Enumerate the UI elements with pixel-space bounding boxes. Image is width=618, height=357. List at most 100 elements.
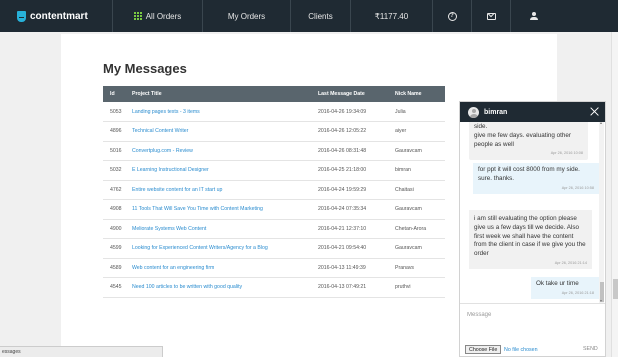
browser-status-bar: essages [0,346,163,357]
cell-last-message-date: 2016-04-24 19:59:29 [311,180,388,200]
page-title: My Messages [103,61,187,76]
chat-message-incoming: side. give me few days. evaluating other… [469,122,588,160]
nav-my-orders-label: My Orders [227,11,266,21]
close-icon[interactable] [590,107,599,116]
cell-last-message-date: 2016-04-21 09:54:40 [311,238,388,259]
page-scrollbar-thumb[interactable] [613,279,618,299]
cell-id: 4900 [103,219,125,239]
chat-message-incoming: i am still evaluating the option please … [469,210,592,270]
brand[interactable]: contentmart [0,0,112,32]
file-status-text: No file chosen [504,347,538,353]
contentmart-logo-icon [17,10,26,22]
cell-last-message-date: 2016-04-26 12:05:22 [311,121,388,142]
send-button[interactable]: SEND [583,346,598,352]
cell-last-message-date: 2016-04-26 19:34:09 [311,102,388,122]
nav-messages[interactable] [471,0,510,32]
table-row[interactable]: 5053 Landing pages texts - 3 items 2016-… [103,102,445,122]
choose-file-button[interactable]: Choose File [465,345,502,354]
cell-project-title-link[interactable]: Web content for an engineering firm [125,258,311,278]
column-header-last-message-date[interactable]: Last Message Date [311,86,388,102]
avatar-icon [468,106,479,118]
balance-amount: ₹1177.40 [374,11,409,21]
help-circle-icon: ? [447,11,457,21]
cell-nick-name: Chetan-Arora [388,219,445,239]
chat-message-time: Apr 26, 2016 10:58 [561,185,594,190]
table-row[interactable]: 4900 Meliorate Systems Web Content 2016-… [103,219,445,239]
cell-project-title-link[interactable]: E Learning Instructional Designer [125,160,311,181]
table-row[interactable]: 4896 Technical Content Writer 2016-04-26… [103,121,445,142]
cell-project-title-link[interactable]: Convertplug.com - Review [125,141,311,161]
cell-nick-name: bimran [388,160,445,181]
scroll-down-arrow-icon[interactable] [600,300,602,302]
column-header-id[interactable]: Id [103,86,125,102]
cell-nick-name: Chaitasi [388,180,445,200]
cell-nick-name: pruthvi [388,277,445,298]
nav-balance[interactable]: ₹1177.40 [350,0,432,32]
chat-message-text: for ppt it will cost 8000 from my side. … [478,166,580,182]
nav-clients[interactable]: Clients [290,0,350,32]
chat-message-text: side. give me few days. evaluating other… [474,123,571,148]
nav-help[interactable]: ? [432,0,471,32]
nav-profile[interactable] [510,0,557,32]
cell-last-message-date: 2016-04-24 07:35:34 [311,199,388,220]
cell-last-message-date: 2016-04-13 07:49:21 [311,277,388,298]
chat-message-text: Ok take ur time [536,280,579,287]
chat-message-outgoing: for ppt it will cost 8000 from my side. … [473,163,599,194]
cell-id: 5016 [103,141,125,161]
cell-id: 4589 [103,258,125,278]
nav-my-orders[interactable]: My Orders [202,0,290,32]
table-row[interactable]: 4589 Web content for an engineering firm… [103,258,445,278]
chat-window: bimran side. give me few days. evaluatin… [459,101,606,357]
cell-project-title-link[interactable]: Entire website content for an IT start u… [125,180,311,200]
chat-message-text: i am still evaluating the option please … [474,215,586,258]
table-row[interactable]: 4545 Need 100 articles to be written wit… [103,277,445,298]
table-row[interactable]: 5032 E Learning Instructional Designer 2… [103,160,445,181]
cell-id: 4545 [103,277,125,298]
cell-nick-name: Pranavs [388,258,445,278]
chat-message-time: Apr 26, 2016 21:18 [561,290,594,295]
chat-message-time: Apr 26, 2016 10:08 [550,151,583,156]
chat-contact-name: bimran [484,108,508,116]
cell-project-title-link[interactable]: 11 Tools That Will Save You Time with Co… [125,199,311,220]
chat-scrollbar[interactable] [599,122,604,303]
cell-last-message-date: 2016-04-25 21:18:00 [311,160,388,181]
cell-last-message-date: 2016-04-26 08:31:48 [311,141,388,161]
brand-name: contentmart [30,10,88,22]
messages-table: Id Project Title Last Message Date Nick … [103,86,445,298]
cell-nick-name: Gauravcam [388,141,445,161]
cell-last-message-date: 2016-04-21 12:37:10 [311,219,388,239]
chat-message-outgoing: Ok take ur time Apr 26, 2016 21:18 [531,277,599,300]
cell-id: 4896 [103,121,125,142]
cell-project-title-link[interactable]: Need 100 articles to be written with goo… [125,277,311,298]
cell-nick-name: Julia [388,102,445,122]
column-header-project-title[interactable]: Project Title [125,86,311,102]
cell-id: 5053 [103,102,125,122]
table-row[interactable]: 4762 Entire website content for an IT st… [103,180,445,200]
grid-icon [133,12,142,20]
table-row[interactable]: 4908 11 Tools That Will Save You Time wi… [103,199,445,220]
chat-messages[interactable]: side. give me few days. evaluating other… [460,122,605,303]
cell-id: 4599 [103,238,125,259]
cell-project-title-link[interactable]: Technical Content Writer [125,121,311,142]
cell-project-title-link[interactable]: Looking for Experienced Content Writers/… [125,238,311,259]
cell-nick-name: Gauravcam [388,238,445,259]
page-scrollbar[interactable] [611,32,618,357]
cell-project-title-link[interactable]: Meliorate Systems Web Content [125,219,311,239]
column-header-nick-name[interactable]: Nick Name [388,86,445,102]
cell-id: 4762 [103,180,125,200]
chat-header: bimran [460,102,605,122]
envelope-icon [486,12,496,20]
table-row[interactable]: 5016 Convertplug.com - Review 2016-04-26… [103,141,445,161]
nav-clients-label: Clients [308,11,333,21]
chat-message-input[interactable] [467,312,597,318]
cell-project-title-link[interactable]: Landing pages texts - 3 items [125,102,311,122]
table-row[interactable]: 4599 Looking for Experienced Content Wri… [103,238,445,259]
table-header-row: Id Project Title Last Message Date Nick … [103,86,445,102]
scroll-up-arrow-icon[interactable] [600,122,602,124]
chat-scrollbar-thumb[interactable] [600,282,604,302]
cell-nick-name: aiyer [388,121,445,142]
nav-all-orders[interactable]: All Orders [112,0,202,32]
user-icon [530,12,538,20]
cell-last-message-date: 2016-04-13 11:49:39 [311,258,388,278]
top-navbar: contentmart All Orders My Orders Clients… [0,0,618,32]
